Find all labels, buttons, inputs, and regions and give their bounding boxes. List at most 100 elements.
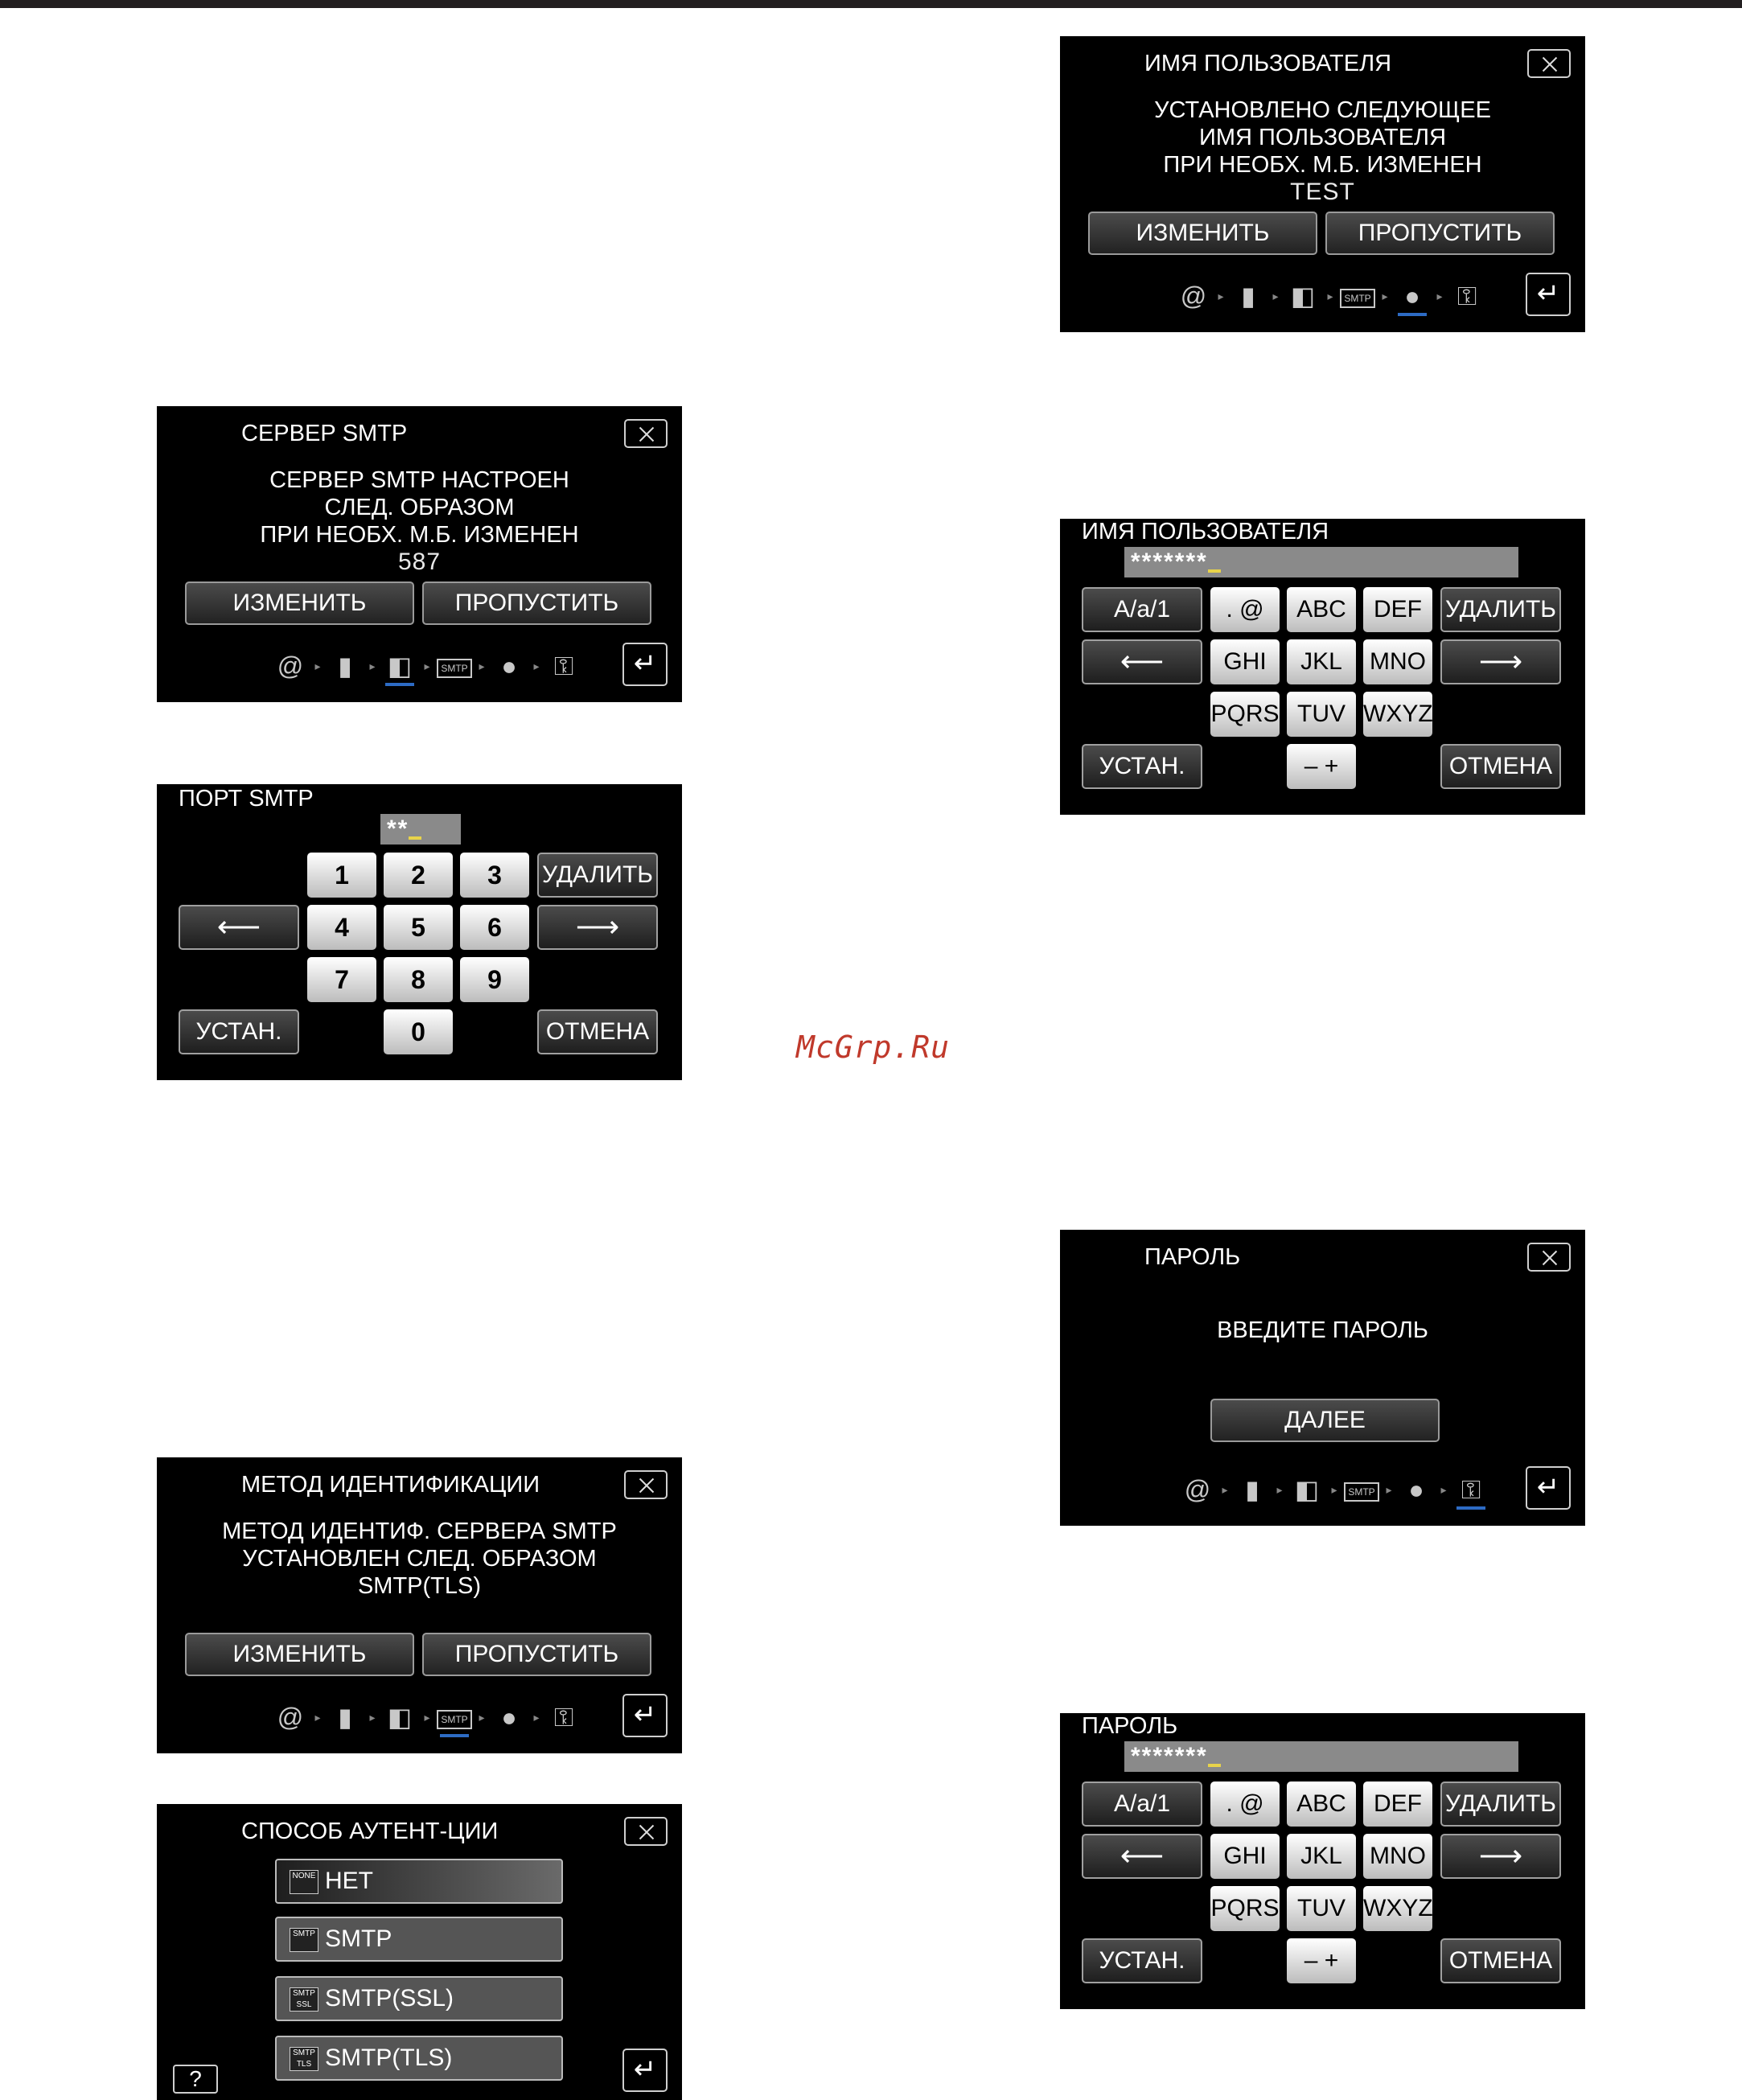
screen-title: ИМЯ ПОЛЬЗОВАТЕЛЯ bbox=[1082, 519, 1329, 545]
smtp-icon: SMTP bbox=[433, 1697, 475, 1737]
close-button[interactable] bbox=[624, 419, 668, 448]
key-icon: ⚿ bbox=[1456, 282, 1477, 310]
key-pqrs[interactable]: PQRS bbox=[1210, 692, 1280, 737]
wizard-steps: @ ▸ ▮ ▸ ◧ ▸ SMTP ▸ ● ▸ ⚿ bbox=[1177, 1469, 1492, 1510]
message: МЕТОД ИДЕНТИФ. СЕРВЕРА SMTP УСТАНОВЛЕН С… bbox=[157, 1518, 682, 1600]
screen-title: СЕРВЕР SMTP bbox=[241, 421, 408, 446]
input-value: ******* bbox=[1131, 549, 1208, 575]
back-button[interactable]: ↵ bbox=[622, 1694, 668, 1737]
smtp-port-screen: ПОРТ SMTP ** 1 2 3 УДАЛИТЬ ⟵ 4 5 6 ⟶ 7 8… bbox=[157, 784, 682, 1080]
screen-title: ПАРОЛЬ bbox=[1144, 1244, 1241, 1270]
minus-plus-button[interactable]: – + bbox=[1287, 744, 1356, 789]
cursor-left-button[interactable]: ⟵ bbox=[1082, 639, 1202, 684]
user-icon: ● bbox=[1391, 276, 1433, 316]
smtp-icon: SMTP bbox=[1341, 1469, 1383, 1510]
key-tuv[interactable]: TUV bbox=[1287, 692, 1356, 737]
arrow-left-icon: ⟵ bbox=[216, 910, 261, 944]
next-button[interactable]: ДАЛЕЕ bbox=[1210, 1399, 1440, 1442]
back-button[interactable]: ↵ bbox=[1526, 1466, 1571, 1510]
key-dot-at[interactable]: . @ bbox=[1210, 587, 1280, 632]
delete-button[interactable]: УДАЛИТЬ bbox=[1440, 1782, 1561, 1827]
delete-button[interactable]: УДАЛИТЬ bbox=[1440, 587, 1561, 632]
key-8[interactable]: 8 bbox=[384, 957, 453, 1002]
key-mno[interactable]: MNO bbox=[1363, 639, 1432, 684]
return-arrow-icon: ↵ bbox=[633, 2054, 657, 2085]
key-1[interactable]: 1 bbox=[307, 853, 376, 898]
key-6[interactable]: 6 bbox=[460, 905, 529, 950]
change-button[interactable]: ИЗМЕНИТЬ bbox=[185, 582, 414, 625]
skip-button[interactable]: ПРОПУСТИТЬ bbox=[1325, 212, 1555, 255]
key-3[interactable]: 3 bbox=[460, 853, 529, 898]
help-button[interactable]: ? bbox=[173, 2065, 218, 2094]
password-input[interactable]: ******* bbox=[1124, 1741, 1518, 1772]
key-7[interactable]: 7 bbox=[307, 957, 376, 1002]
text-cursor bbox=[409, 836, 422, 840]
key-abc[interactable]: ABC bbox=[1287, 587, 1356, 632]
cancel-button[interactable]: ОТМЕНА bbox=[1440, 744, 1561, 789]
key-def[interactable]: DEF bbox=[1363, 587, 1432, 632]
key-icon: ⚿ bbox=[1450, 1469, 1492, 1510]
building-icon: ▮ bbox=[1241, 282, 1255, 310]
change-button[interactable]: ИЗМЕНИТЬ bbox=[185, 1633, 414, 1676]
set-button[interactable]: УСТАН. bbox=[1082, 1938, 1202, 1983]
password-info-screen: ПАРОЛЬ ВВЕДИТЕ ПАРОЛЬ ДАЛЕЕ @ ▸ ▮ ▸ ◧ ▸ SMT… bbox=[1060, 1230, 1585, 1526]
text-cursor bbox=[1207, 1764, 1221, 1767]
key-ghi[interactable]: GHI bbox=[1210, 639, 1280, 684]
key-4[interactable]: 4 bbox=[307, 905, 376, 950]
screen-title: ПОРТ SMTP bbox=[179, 786, 314, 812]
key-pqrs[interactable]: PQRS bbox=[1210, 1886, 1280, 1931]
close-button[interactable] bbox=[1527, 1243, 1571, 1272]
user-icon: ● bbox=[1408, 1475, 1424, 1504]
set-button[interactable]: УСТАН. bbox=[1082, 744, 1202, 789]
option-none[interactable]: NONE НЕТ bbox=[275, 1859, 563, 1904]
wizard-steps: @ ▸ ▮ ▸ ◧ ▸ SMTP ▸ ● ▸ ⚿ bbox=[269, 646, 585, 686]
port-input[interactable]: ** bbox=[380, 814, 461, 845]
key-0[interactable]: 0 bbox=[384, 1009, 453, 1054]
change-button[interactable]: ИЗМЕНИТЬ bbox=[1088, 212, 1317, 255]
key-mno[interactable]: MNO bbox=[1363, 1834, 1432, 1879]
cursor-right-button[interactable]: ⟶ bbox=[1440, 1834, 1561, 1879]
key-5[interactable]: 5 bbox=[384, 905, 453, 950]
option-smtp-ssl[interactable]: SMTP SSL SMTP(SSL) bbox=[275, 1976, 563, 2021]
key-dot-at[interactable]: . @ bbox=[1210, 1782, 1280, 1827]
mode-button[interactable]: A/a/1 bbox=[1082, 587, 1202, 632]
key-ghi[interactable]: GHI bbox=[1210, 1834, 1280, 1879]
key-tuv[interactable]: TUV bbox=[1287, 1886, 1356, 1931]
key-jkl[interactable]: JKL bbox=[1287, 1834, 1356, 1879]
close-button[interactable] bbox=[624, 1817, 668, 1846]
key-2[interactable]: 2 bbox=[384, 853, 453, 898]
cancel-button[interactable]: ОТМЕНА bbox=[537, 1009, 658, 1054]
back-button[interactable]: ↵ bbox=[622, 643, 668, 686]
building-icon: ▮ bbox=[338, 651, 352, 680]
minus-plus-button[interactable]: – + bbox=[1287, 1938, 1356, 1983]
key-jkl[interactable]: JKL bbox=[1287, 639, 1356, 684]
cursor-right-button[interactable]: ⟶ bbox=[1440, 639, 1561, 684]
option-smtp[interactable]: SMTP SMTP bbox=[275, 1917, 563, 1962]
set-button[interactable]: УСТАН. bbox=[179, 1009, 299, 1054]
key-wxyz[interactable]: WXYZ bbox=[1363, 1886, 1433, 1931]
mode-button[interactable]: A/a/1 bbox=[1082, 1782, 1202, 1827]
key-abc[interactable]: ABC bbox=[1287, 1782, 1356, 1827]
key-wxyz[interactable]: WXYZ bbox=[1363, 692, 1433, 737]
return-arrow-icon: ↵ bbox=[1536, 278, 1560, 309]
key-icon: ⚿ bbox=[553, 1703, 574, 1732]
skip-button[interactable]: ПРОПУСТИТЬ bbox=[422, 1633, 651, 1676]
close-button[interactable] bbox=[624, 1470, 668, 1499]
message-line: УСТАНОВЛЕНО СЛЕДУЮЩЕЕ bbox=[1154, 97, 1491, 123]
cancel-button[interactable]: ОТМЕНА bbox=[1440, 1938, 1561, 1983]
cursor-right-button[interactable]: ⟶ bbox=[537, 905, 658, 950]
cursor-left-button[interactable]: ⟵ bbox=[1082, 1834, 1202, 1879]
message-line: ПРИ НЕОБХ. М.Б. ИЗМЕНЕН bbox=[1163, 152, 1482, 178]
username-input[interactable]: ******* bbox=[1124, 547, 1518, 577]
option-smtp-tls[interactable]: SMTP TLS SMTP(TLS) bbox=[275, 2036, 563, 2081]
back-button[interactable]: ↵ bbox=[1526, 273, 1571, 316]
key-9[interactable]: 9 bbox=[460, 957, 529, 1002]
cursor-left-button[interactable]: ⟵ bbox=[179, 905, 299, 950]
close-button[interactable] bbox=[1527, 49, 1571, 78]
skip-button[interactable]: ПРОПУСТИТЬ bbox=[422, 582, 651, 625]
delete-button[interactable]: УДАЛИТЬ bbox=[537, 853, 658, 898]
message-line: МЕТОД ИДЕНТИФ. СЕРВЕРА SMTP bbox=[222, 1518, 617, 1544]
key-def[interactable]: DEF bbox=[1363, 1782, 1432, 1827]
back-button[interactable]: ↵ bbox=[622, 2049, 668, 2092]
user-icon: ● bbox=[501, 1703, 517, 1732]
